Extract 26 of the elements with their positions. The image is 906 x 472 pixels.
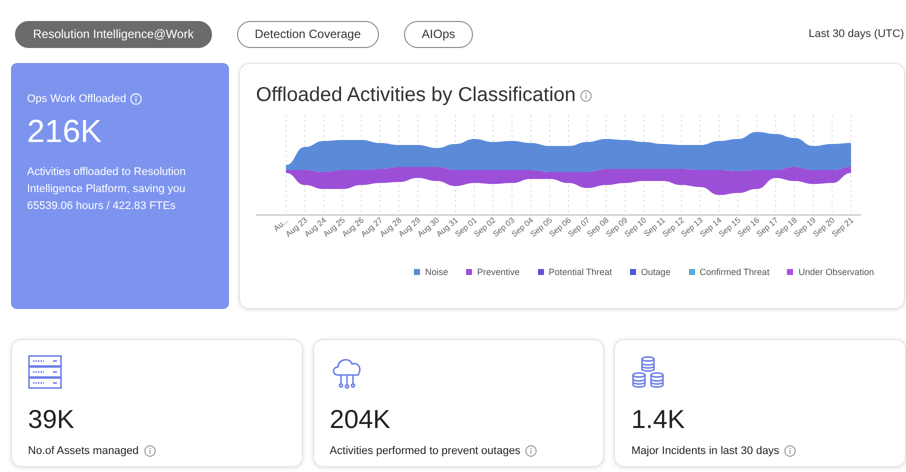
metric-value: 204K	[330, 404, 392, 435]
info-icon[interactable]	[580, 90, 592, 102]
server-rack-icon	[28, 355, 62, 389]
info-icon[interactable]	[525, 445, 538, 457]
card-title: Ops Work Offloaded	[27, 93, 126, 105]
metric-value: 39K	[28, 404, 76, 435]
legend-label: Outage	[641, 267, 671, 277]
info-icon[interactable]	[144, 445, 156, 457]
info-icon[interactable]	[784, 445, 796, 457]
chart-title: Offloaded Activities by Classification	[256, 84, 576, 107]
card-description: Activities offloaded to Resolution Intelligence Platform, saving you 65539.06 hours / 422.83 FTEs	[27, 165, 187, 214]
legend-label: Noise	[425, 267, 448, 277]
legend-label: Confirmed Threat	[700, 267, 770, 277]
metric-value: 216K	[27, 113, 103, 150]
date-range: Last 30 days (UTC)	[808, 28, 905, 40]
tab[interactable]: Resolution Intelligence@Work	[15, 20, 212, 48]
database-network-icon	[631, 355, 666, 389]
tab[interactable]: AIOps	[404, 20, 474, 48]
metric-label: No.of Assets managed	[28, 445, 139, 457]
legend-label: Preventive	[477, 267, 520, 277]
metric-value: 1.4K	[631, 404, 686, 435]
tab[interactable]: Detection Coverage	[236, 20, 379, 48]
metric-label: Activities performed to prevent outages	[330, 445, 520, 457]
metric-label: Major Incidents in last 30 days	[631, 445, 780, 457]
legend-label: Potential Threat	[548, 267, 612, 277]
legend-label: Under Observation	[798, 267, 874, 277]
